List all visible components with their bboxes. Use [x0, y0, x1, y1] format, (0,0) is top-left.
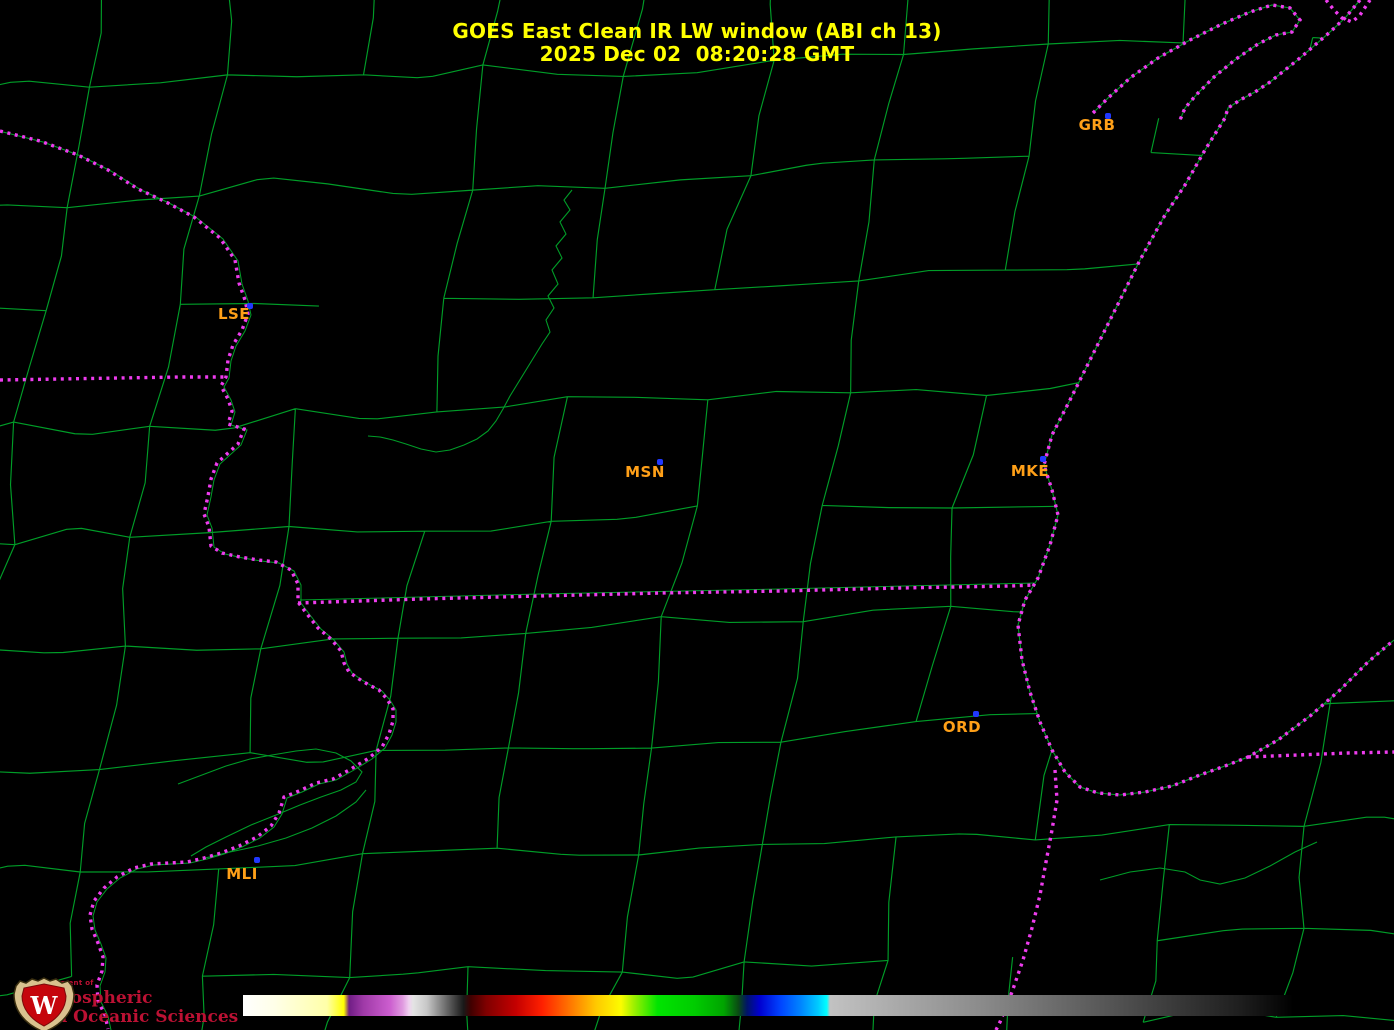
- state-line-green: [299, 582, 1036, 601]
- river-line: [1099, 841, 1318, 885]
- map-boundaries-layer: [0, 0, 1394, 1030]
- lake-michigan-water: [1018, 0, 1394, 795]
- uw-aos-logo: W Department of Atmospheric and Oceanic …: [6, 976, 238, 1030]
- river-line: [177, 748, 363, 857]
- ir-enhancement-colorbar: [243, 995, 1293, 1016]
- station-dot-ORD: [973, 711, 979, 717]
- border-il-in: [994, 769, 1059, 1030]
- station-label-LSE: LSE: [217, 305, 251, 323]
- river-line: [367, 189, 573, 453]
- station-label-ORD: ORD: [942, 718, 982, 736]
- river-line: [204, 789, 367, 859]
- station-dot-MLI: [254, 857, 260, 863]
- mississippi-green: [2, 131, 397, 1030]
- uw-crest-icon: W: [13, 977, 75, 1030]
- border-mi-in: [1247, 750, 1394, 759]
- station-label-MSN: MSN: [625, 463, 665, 481]
- station-label-MKE: MKE: [1010, 462, 1050, 480]
- satellite-map-canvas[interactable]: GOES East Clean IR LW window (ABI ch 13)…: [0, 0, 1394, 1030]
- station-label-GRB: GRB: [1078, 116, 1116, 134]
- svg-text:W: W: [30, 991, 59, 1020]
- station-label-MLI: MLI: [226, 865, 258, 883]
- border-mn-ia: [0, 375, 224, 382]
- border-wi-il: [297, 583, 1036, 605]
